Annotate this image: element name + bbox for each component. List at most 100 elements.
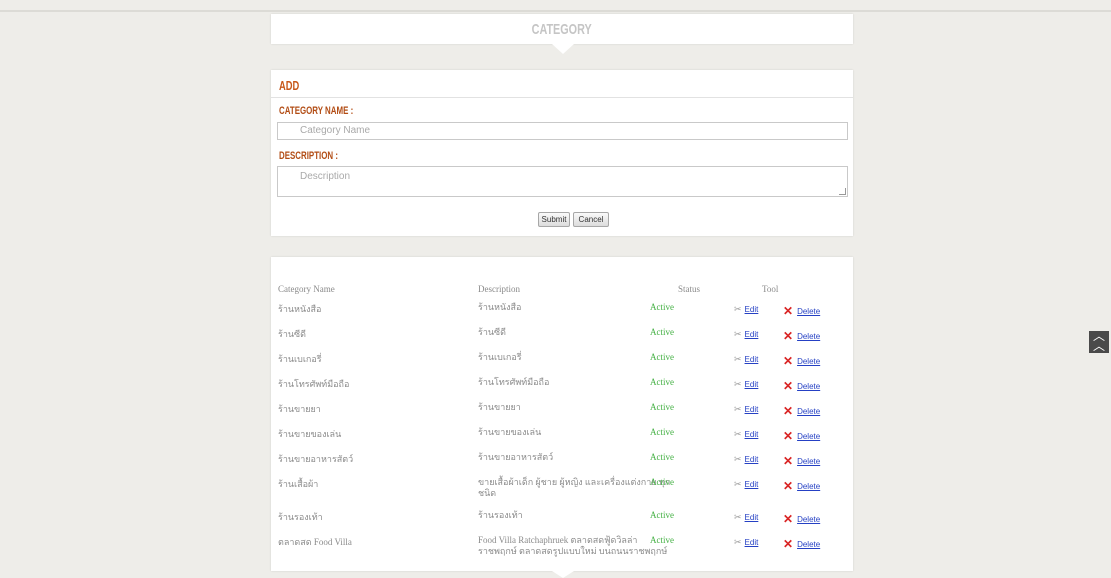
x-icon: ✕ xyxy=(783,512,794,526)
edit-link[interactable]: Edit xyxy=(745,405,759,414)
edit-cell: ✂ Edit xyxy=(734,379,758,390)
delete-link[interactable]: Delete xyxy=(797,382,820,391)
description-cell: ร้านขายของเล่น xyxy=(478,427,542,437)
edit-link[interactable]: Edit xyxy=(745,538,759,547)
delete-cell: ✕ Delete xyxy=(783,453,820,468)
category-name-cell: ร้านเสื้อผ้า xyxy=(278,479,319,489)
delete-cell: ✕ Delete xyxy=(783,328,820,343)
edit-link[interactable]: Edit xyxy=(745,455,759,464)
scissors-icon: ✂ xyxy=(734,512,742,522)
delete-cell: ✕ Delete xyxy=(783,403,820,418)
cancel-button[interactable]: Cancel xyxy=(573,212,609,227)
delete-cell: ✕ Delete xyxy=(783,428,820,443)
x-icon: ✕ xyxy=(783,454,794,468)
edit-cell: ✂ Edit xyxy=(734,479,758,490)
delete-cell: ✕ Delete xyxy=(783,536,820,551)
delete-link[interactable]: Delete xyxy=(797,457,820,466)
x-icon: ✕ xyxy=(783,329,794,343)
column-header-description: Description xyxy=(478,284,520,294)
category-name-cell: ร้านหนังสือ xyxy=(278,304,322,314)
scissors-icon: ✂ xyxy=(734,479,742,489)
delete-cell: ✕ Delete xyxy=(783,511,820,526)
form-heading: ADD xyxy=(279,78,300,93)
edit-cell: ✂ Edit xyxy=(734,537,758,548)
status-badge: Active xyxy=(650,427,674,437)
delete-link[interactable]: Delete xyxy=(797,357,820,366)
list-pointer xyxy=(552,571,574,578)
category-name-cell: ร้านเบเกอรี่ xyxy=(278,354,322,364)
edit-link[interactable]: Edit xyxy=(745,330,759,339)
status-badge: Active xyxy=(650,535,674,545)
edit-link[interactable]: Edit xyxy=(745,430,759,439)
resize-grip-icon[interactable] xyxy=(839,188,846,195)
edit-link[interactable]: Edit xyxy=(745,513,759,522)
delete-link[interactable]: Delete xyxy=(797,332,820,341)
status-badge: Active xyxy=(650,352,674,362)
status-badge: Active xyxy=(650,402,674,412)
status-badge: Active xyxy=(650,452,674,462)
status-badge: Active xyxy=(650,302,674,312)
delete-link[interactable]: Delete xyxy=(797,407,820,416)
status-badge: Active xyxy=(650,377,674,387)
edit-cell: ✂ Edit xyxy=(734,404,758,415)
delete-cell: ✕ Delete xyxy=(783,353,820,368)
category-name-cell: ร้านขายยา xyxy=(278,404,321,414)
delete-link[interactable]: Delete xyxy=(797,482,820,491)
scissors-icon: ✂ xyxy=(734,454,742,464)
category-name-input[interactable]: Category Name xyxy=(277,122,848,140)
status-badge: Active xyxy=(650,477,674,487)
column-header-status: Status xyxy=(678,284,701,294)
delete-link[interactable]: Delete xyxy=(797,515,820,524)
page-header: CATEGORY xyxy=(271,14,853,44)
add-category-form: ADD CATEGORY NAME : Category Name DESCRI… xyxy=(271,70,853,236)
edit-cell: ✂ Edit xyxy=(734,429,758,440)
scroll-to-top-button[interactable]: ︿ ︿ xyxy=(1089,329,1109,353)
category-name-cell: ร้านโทรศัพท์มือถือ xyxy=(278,379,350,389)
delete-cell: ✕ Delete xyxy=(783,303,820,318)
category-name-cell: ร้านขายอาหารสัตว์ xyxy=(278,454,354,464)
edit-link[interactable]: Edit xyxy=(745,380,759,389)
x-icon: ✕ xyxy=(783,429,794,443)
x-icon: ✕ xyxy=(783,379,794,393)
edit-cell: ✂ Edit xyxy=(734,354,758,365)
edit-cell: ✂ Edit xyxy=(734,329,758,340)
description-cell: ร้านหนังสือ xyxy=(478,302,522,312)
category-name-cell: ร้านรองเท้า xyxy=(278,512,323,522)
double-chevron-up-icon: ︿ ︿ xyxy=(1092,329,1105,353)
scissors-icon: ✂ xyxy=(734,304,742,314)
x-icon: ✕ xyxy=(783,354,794,368)
x-icon: ✕ xyxy=(783,404,794,418)
category-name-cell: ตลาดสด Food Villa xyxy=(278,537,352,547)
x-icon: ✕ xyxy=(783,537,794,551)
description-cell: ร้านขายอาหารสัตว์ xyxy=(478,452,554,462)
form-divider xyxy=(271,97,853,98)
edit-link[interactable]: Edit xyxy=(745,480,759,489)
description-placeholder: Description xyxy=(300,171,351,182)
scissors-icon: ✂ xyxy=(734,429,742,439)
description-cell: ร้านโทรศัพท์มือถือ xyxy=(478,377,550,387)
description-cell: ร้านรองเท้า xyxy=(478,510,523,520)
delete-link[interactable]: Delete xyxy=(797,540,820,549)
edit-cell: ✂ Edit xyxy=(734,454,758,465)
scissors-icon: ✂ xyxy=(734,354,742,364)
delete-cell: ✕ Delete xyxy=(783,378,820,393)
edit-link[interactable]: Edit xyxy=(745,305,759,314)
submit-button[interactable]: Submit xyxy=(538,212,570,227)
page-title: CATEGORY xyxy=(531,21,593,38)
delete-link[interactable]: Delete xyxy=(797,307,820,316)
description-cell: ร้านเบเกอรี่ xyxy=(478,352,522,362)
edit-link[interactable]: Edit xyxy=(745,355,759,364)
description-cell: ขายเสื้อผ้าเด็ก ผู้ชาย ผู้หญิง และเครื่อ… xyxy=(478,477,671,498)
scissors-icon: ✂ xyxy=(734,537,742,547)
category-name-label: CATEGORY NAME : xyxy=(279,105,354,117)
description-textarea[interactable]: Description xyxy=(277,166,848,197)
x-icon: ✕ xyxy=(783,479,794,493)
status-badge: Active xyxy=(650,510,674,520)
scissors-icon: ✂ xyxy=(734,379,742,389)
column-header-category-name: Category Name xyxy=(278,284,335,294)
header-pointer xyxy=(552,44,574,54)
description-cell: ร้านขายยา xyxy=(478,402,521,412)
scissors-icon: ✂ xyxy=(734,404,742,414)
delete-link[interactable]: Delete xyxy=(797,432,820,441)
description-label: DESCRIPTION : xyxy=(279,150,338,162)
